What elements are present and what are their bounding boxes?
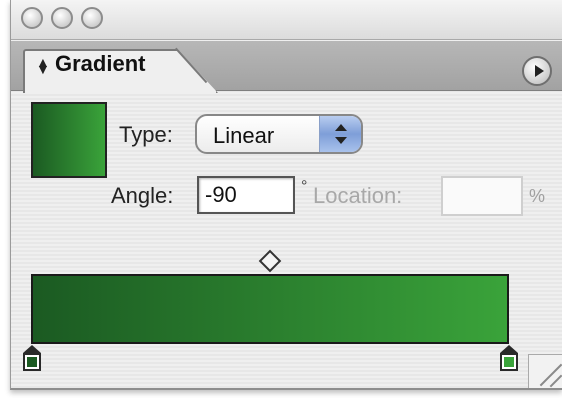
tab-strip: ▲ ▼ Gradient: [11, 41, 562, 93]
resize-grip-icon[interactable]: [528, 354, 562, 388]
gradient-ramp[interactable]: [31, 274, 509, 344]
location-input: [441, 176, 523, 216]
gradient-stop-end[interactable]: [500, 345, 518, 371]
type-label: Type:: [119, 122, 173, 147]
title-bar[interactable]: [11, 0, 562, 40]
type-select[interactable]: Linear: [195, 114, 363, 154]
gradient-stop-start[interactable]: [23, 345, 41, 371]
angle-input[interactable]: [197, 176, 295, 214]
location-label: Location:: [313, 183, 403, 208]
degree-symbol: °: [301, 178, 308, 195]
angle-label: Angle:: [111, 183, 174, 208]
gradient-midpoint-handle[interactable]: [258, 249, 282, 273]
percent-symbol: %: [529, 186, 546, 206]
gradient-preview-swatch[interactable]: [31, 102, 107, 178]
tab-label: Gradient: [55, 51, 146, 76]
up-down-arrows-icon[interactable]: [319, 116, 361, 152]
zoom-button[interactable]: [81, 7, 103, 29]
type-select-value: Linear: [213, 123, 275, 148]
up-down-arrows-icon[interactable]: ▲ ▼: [36, 55, 50, 76]
gradient-panel-window: ▲▼ Gradient Type: Linear Angle: ° Locati…: [10, 0, 562, 390]
minimize-button[interactable]: [51, 7, 73, 29]
close-button[interactable]: [21, 7, 43, 29]
panel-menu-button[interactable]: [522, 56, 552, 86]
